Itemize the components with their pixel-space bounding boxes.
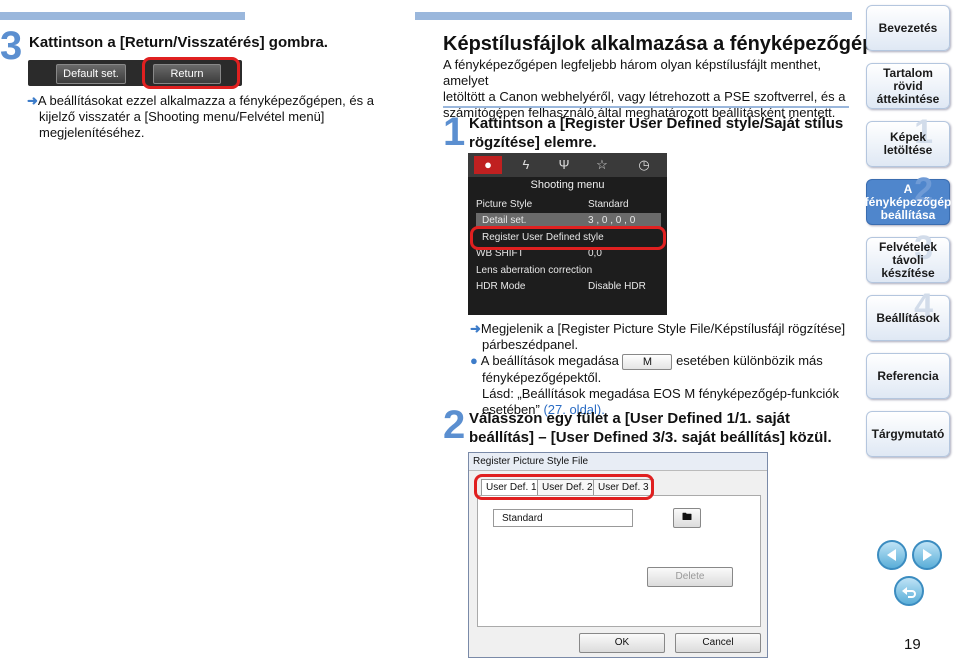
bullet-icon: ●	[470, 353, 478, 368]
nav-fenykepezogep-beallitasa[interactable]: 2A fényképezőgép beállítása	[865, 173, 951, 225]
delete-button[interactable]: Delete	[647, 567, 733, 587]
camera-tab-icon[interactable]: ●	[474, 156, 502, 174]
arrow-right-icon	[923, 549, 932, 561]
open-file-button[interactable]: 🖿	[673, 508, 701, 528]
main-header-bar	[415, 12, 852, 20]
step-3-number: 3	[0, 24, 23, 68]
menu-title: Shooting menu	[530, 179, 605, 191]
menu-tabs: ● ϟ Ψ ☆ ◷	[468, 153, 667, 177]
step-1-number: 1	[443, 110, 466, 154]
ok-button[interactable]: OK	[579, 633, 665, 653]
menu-row-hdr-mode[interactable]: HDR Mode Disable HDR	[476, 279, 661, 295]
next-page-button[interactable]	[912, 540, 942, 570]
arrow-icon: ➜	[27, 93, 38, 108]
folder-camera-icon: 🖿	[682, 512, 692, 523]
nav-referencia[interactable]: Referencia	[866, 353, 950, 399]
nav-tartalom[interactable]: Tartalom rövid áttekintése	[866, 63, 950, 109]
clock-tab-icon[interactable]: ◷	[630, 156, 658, 174]
nav-felvetelek-tavoli[interactable]: 3 Felvételek távoli készítése	[866, 231, 950, 283]
arrow-left-icon	[887, 549, 896, 561]
m-mode-badge: M	[622, 353, 673, 370]
menu-row-lens-aberration[interactable]: Lens aberration correction	[476, 263, 661, 279]
page-title: Képstílusfájlok alkalmazása a fényképező…	[443, 33, 898, 55]
cancel-button[interactable]: Cancel	[675, 633, 761, 653]
highlight-register	[470, 226, 666, 250]
intro-text: A fényképezőgépen legfeljebb három olyan…	[443, 57, 846, 120]
arrow-icon: ➜	[470, 321, 481, 336]
default-set-button[interactable]: Default set.	[56, 64, 126, 84]
highlight-tabs	[474, 474, 654, 500]
nav-kepek-letoltese[interactable]: 1 Képek letöltése	[866, 115, 950, 167]
nav-bevezetes[interactable]: Bevezetés	[866, 5, 950, 51]
page-number: 19	[904, 636, 921, 653]
step-2-text: Válasszon egy fület a [User Defined 1/1.…	[469, 410, 832, 446]
step-3-text: Kattintson a [Return/Visszatérés] gombra…	[29, 34, 328, 51]
tools-tab-icon[interactable]: Ψ	[550, 156, 578, 174]
return-arrow-icon	[902, 587, 916, 598]
nav-targymutato[interactable]: Tárgymutató	[866, 411, 950, 457]
back-button[interactable]	[894, 576, 924, 606]
previous-page-button[interactable]	[877, 540, 907, 570]
divider	[443, 106, 849, 108]
style-select[interactable]: Standard	[493, 509, 633, 527]
flash-tab-icon[interactable]: ϟ	[512, 156, 540, 174]
menu-row-picture-style[interactable]: Picture Style Standard	[476, 197, 661, 213]
highlight-return	[142, 57, 240, 89]
step-1-text: Kattintson a [Register User Defined styl…	[469, 115, 844, 151]
step-1-result: ➜Megjelenik a [Register Picture Style Fi…	[470, 321, 846, 417]
star-tab-icon[interactable]: ☆	[588, 156, 616, 174]
left-header-bar	[0, 12, 245, 20]
nav-beallitasok[interactable]: 4 Beállítások	[866, 289, 950, 341]
step-2-number: 2	[443, 403, 466, 447]
step-3-result: ➜A beállításokat ezzel alkalmazza a fény…	[27, 93, 374, 140]
dialog-title: Register Picture Style File	[469, 453, 767, 471]
